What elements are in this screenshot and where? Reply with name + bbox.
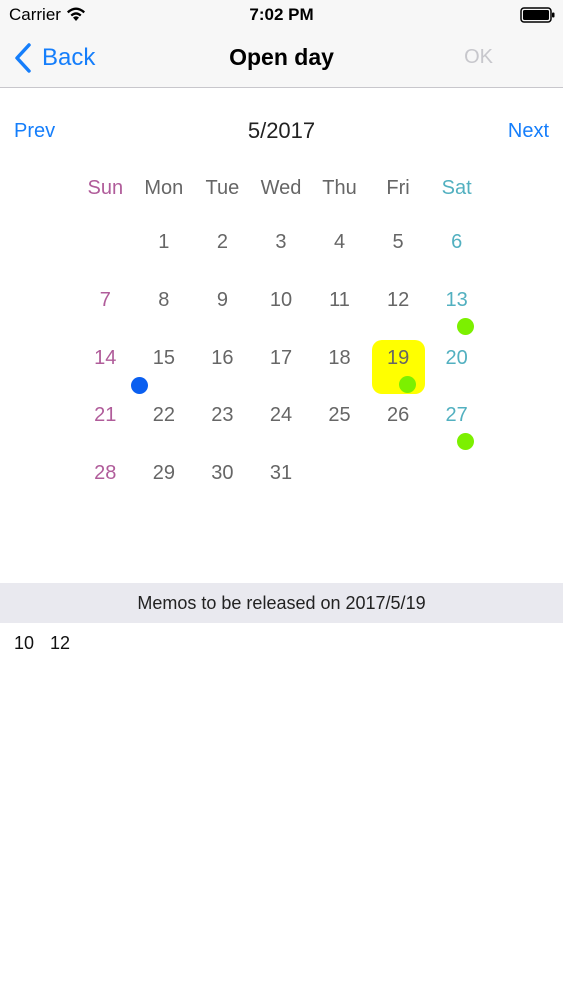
empty-day-cell: [76, 224, 135, 282]
calendar-day-20[interactable]: 20: [427, 340, 486, 398]
day-number: 30: [211, 462, 234, 485]
memo-item[interactable]: 12: [50, 633, 70, 654]
calendar-day-6[interactable]: 6: [427, 224, 486, 282]
calendar-day-23[interactable]: 23: [193, 397, 252, 455]
ok-button[interactable]: OK: [464, 46, 493, 69]
memo-marker-dot: [457, 317, 475, 335]
calendar-day-30[interactable]: 30: [193, 455, 252, 513]
memo-marker-dot: [457, 433, 475, 451]
calendar-day-31[interactable]: 31: [252, 455, 311, 513]
calendar-day-29[interactable]: 29: [135, 455, 194, 513]
day-number: 9: [216, 288, 228, 311]
calendar-day-16[interactable]: 16: [193, 340, 252, 398]
memo-item[interactable]: 10: [14, 633, 34, 654]
calendar-day-7[interactable]: 7: [76, 282, 135, 340]
day-number: 28: [94, 462, 117, 485]
status-time: 7:02 PM: [249, 5, 314, 24]
day-number: 22: [152, 404, 175, 427]
memo-section-header: Memos to be released on 2017/5/19: [0, 583, 563, 623]
calendar-day-25[interactable]: 25: [310, 397, 369, 455]
memo-marker-dot: [130, 376, 148, 394]
calendar-day-13[interactable]: 13: [427, 282, 486, 340]
navigation-bar: Back Open day OK: [0, 30, 563, 88]
day-number: 1: [158, 231, 170, 253]
calendar-day-11[interactable]: 11: [310, 282, 369, 340]
calendar-day-15[interactable]: 15: [130, 340, 194, 398]
day-number: 12: [386, 288, 410, 311]
day-number: 24: [269, 404, 293, 427]
weekday-sat: Sat: [441, 177, 472, 199]
day-number: 17: [269, 346, 293, 369]
calendar-day-3[interactable]: 3: [252, 224, 311, 282]
day-number: 14: [94, 346, 117, 369]
day-number: 15: [152, 346, 175, 369]
calendar-day-24[interactable]: 24: [252, 397, 311, 455]
day-number: 8: [158, 288, 170, 311]
day-number: 26: [386, 404, 410, 427]
memo-list: 10 12: [14, 633, 70, 654]
calendar-day-19[interactable]: 19: [369, 339, 428, 398]
calendar-day-2[interactable]: 2: [193, 224, 252, 282]
calendar-day-18[interactable]: 18: [310, 340, 369, 398]
calendar-day-28[interactable]: 28: [76, 455, 135, 513]
battery-icon: [520, 7, 555, 23]
day-number: 6: [451, 231, 463, 253]
calendar: Sun Mon Tue Wed Thu Fri Sat 1 2 3 4 5 6 7 8 9 10 1…: [76, 168, 486, 513]
day-number: 10: [269, 288, 293, 311]
calendar-day-8[interactable]: 8: [135, 282, 194, 340]
next-month-button[interactable]: Next: [508, 120, 549, 143]
calendar-day-4[interactable]: 4: [310, 224, 369, 282]
calendar-day-22[interactable]: 22: [135, 397, 194, 455]
weekday-wed: Wed: [260, 177, 302, 199]
calendar-day-27[interactable]: 27: [427, 397, 486, 455]
day-number: 25: [328, 404, 351, 427]
day-number: 16: [211, 346, 234, 369]
day-number: 2: [216, 231, 228, 253]
day-number: 5: [392, 231, 404, 253]
calendar-day-21[interactable]: 21: [76, 397, 135, 455]
calendar-day-1[interactable]: 1: [135, 224, 194, 282]
month-title: 5/2017: [247, 118, 316, 143]
weekday-sun: Sun: [87, 177, 124, 199]
calendar-day-10[interactable]: 10: [252, 282, 311, 340]
day-number: 3: [275, 231, 287, 253]
day-number: 29: [152, 462, 175, 485]
memo-marker-dot: [398, 375, 416, 393]
calendar-day-5[interactable]: 5: [369, 224, 428, 282]
calendar-day-26[interactable]: 26: [369, 397, 428, 455]
weekday-thu: Thu: [322, 177, 357, 199]
weekday-mon: Mon: [144, 177, 184, 199]
status-bar: Carrier 7:02 PM: [0, 0, 563, 30]
day-number: 23: [211, 404, 234, 427]
day-number: 11: [329, 288, 350, 311]
days-grid: 1 2 3 4 5 6 7 8 9 10 11 12 13 14 15 16 17 18 19 20 21 22 23 24 2…: [76, 224, 486, 513]
day-number: 18: [328, 346, 351, 369]
weekday-tue: Tue: [205, 177, 240, 199]
calendar-day-17[interactable]: 17: [252, 340, 311, 398]
day-number: 21: [94, 404, 117, 427]
weekday-header-row: Sun Mon Tue Wed Thu Fri Sat: [76, 168, 486, 208]
day-number: 20: [445, 346, 468, 369]
calendar-day-12[interactable]: 12: [369, 282, 428, 340]
day-number: 7: [99, 288, 111, 311]
day-number: 31: [269, 462, 293, 485]
calendar-day-9[interactable]: 9: [193, 282, 252, 340]
calendar-day-14[interactable]: 14: [76, 340, 135, 398]
day-number: 4: [333, 231, 346, 253]
weekday-fri: Fri: [386, 177, 410, 199]
day-number: 19: [386, 346, 410, 369]
day-number: 13: [445, 288, 468, 311]
day-number: 27: [445, 404, 468, 427]
